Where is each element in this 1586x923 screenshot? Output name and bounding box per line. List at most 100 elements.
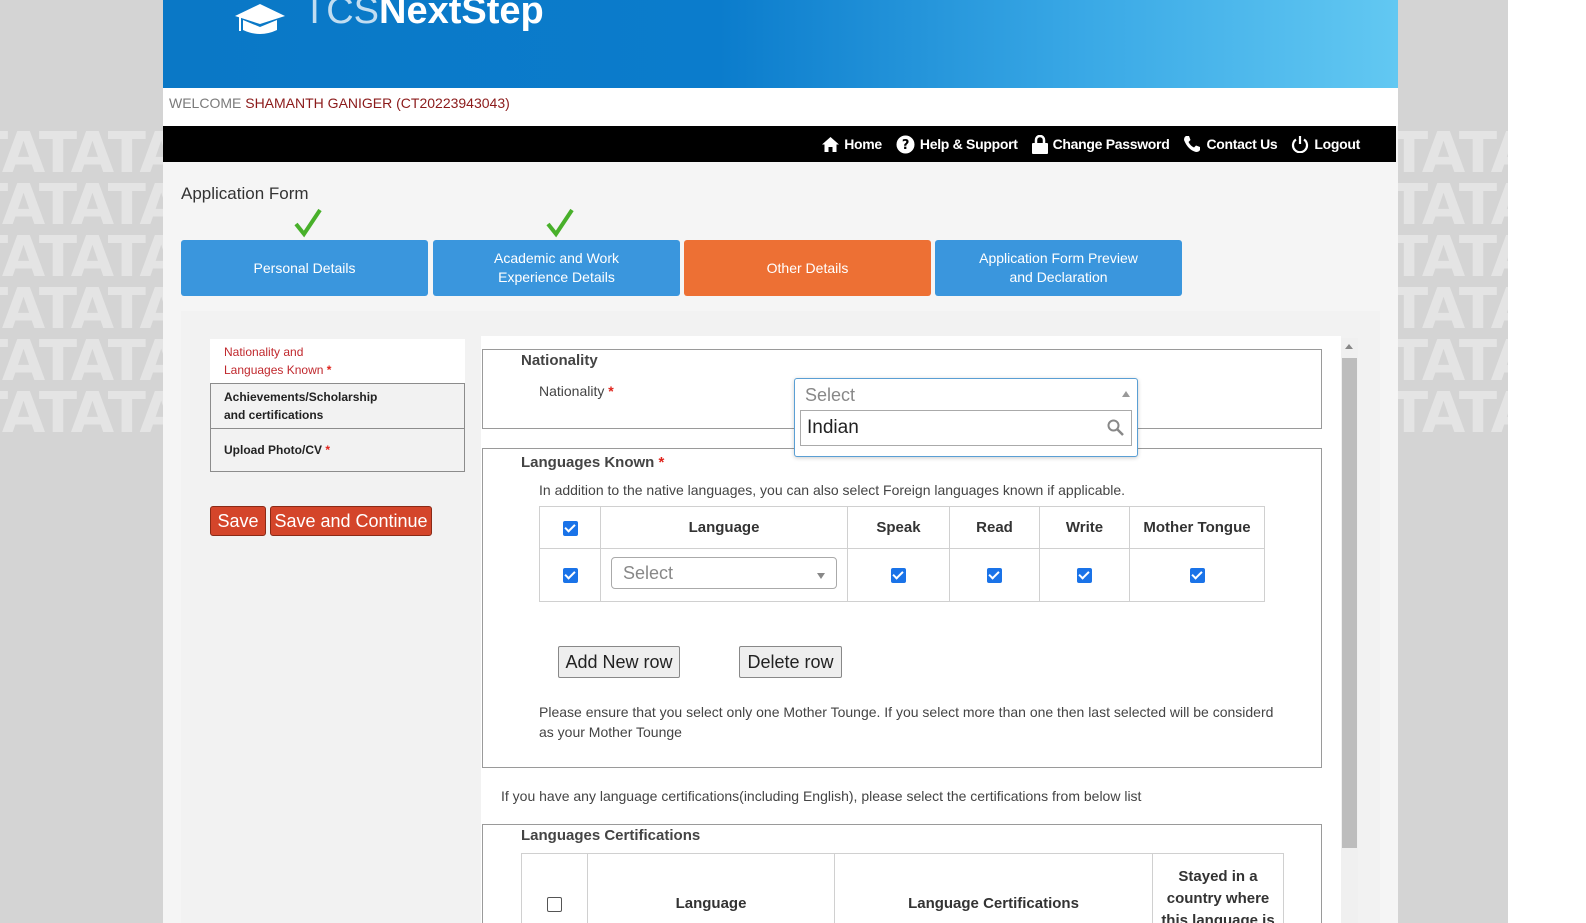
nav-label: Logout: [1314, 136, 1360, 152]
nav-contact[interactable]: Contact Us: [1183, 135, 1278, 153]
side-menu: Nationality and Languages Known * Achiev…: [210, 339, 465, 472]
logo[interactable]: TCSNextStep: [303, 0, 544, 33]
required-marker: *: [658, 454, 665, 471]
nationality-search-box: [800, 410, 1132, 446]
lock-icon: [1031, 134, 1048, 154]
step-personal-details[interactable]: Personal Details: [181, 240, 428, 296]
logo-bold-text: NextStep: [379, 0, 544, 32]
page-title: Application Form: [181, 184, 309, 203]
step-other-details[interactable]: Other Details: [684, 240, 931, 296]
watermark-right: TATATA TATATA TATATA TATATA TATATA TATAT…: [1398, 0, 1508, 923]
graduation-cap-icon: [235, 4, 285, 34]
required-marker: *: [608, 383, 614, 399]
certifications-table: Language Language Certifications Stayed …: [521, 853, 1284, 923]
column-header-line: Stayed in a: [1178, 868, 1258, 885]
page: TCSNextStep WELCOME SHAMANTH GANIGER (CT…: [163, 0, 1398, 923]
column-header: Speak: [847, 506, 950, 549]
required-marker: *: [326, 363, 332, 377]
nav-label: Change Password: [1052, 136, 1170, 152]
column-header: Read: [949, 506, 1040, 549]
nav-change-password[interactable]: Change Password: [1031, 134, 1170, 154]
save-continue-button[interactable]: Save and Continue: [270, 506, 432, 536]
power-icon: [1292, 136, 1309, 153]
step-label: Personal Details: [253, 259, 356, 276]
nav-logout[interactable]: Logout: [1291, 135, 1360, 153]
speak-checkbox[interactable]: [891, 568, 906, 584]
column-header-stayed: Stayed in a country where this language …: [1152, 853, 1284, 923]
scroll-thumb[interactable]: [1342, 358, 1357, 848]
table-header-row: Language Speak Read Write Mother Tongue: [539, 506, 1265, 549]
chevron-up-icon: [1122, 391, 1130, 397]
nav-label: Home: [844, 136, 882, 152]
row-select-cell: [539, 548, 601, 602]
welcome-text: WELCOME SHAMANTH GANIGER (CT20223943043): [169, 95, 510, 111]
language-select[interactable]: Select: [611, 557, 837, 589]
content-scrollbar[interactable]: [1341, 338, 1358, 923]
save-button[interactable]: Save: [210, 506, 266, 536]
select-all-checkbox[interactable]: [562, 520, 578, 536]
mother-tongue-checkbox[interactable]: [1189, 568, 1205, 584]
languages-table: Language Speak Read Write Mother Tongue …: [539, 506, 1265, 602]
column-header: Language Certifications: [834, 853, 1153, 923]
write-checkbox[interactable]: [1077, 568, 1092, 584]
step-label: and Declaration: [1009, 269, 1108, 285]
header-select-all: [521, 853, 588, 923]
nationality-label-text: Nationality: [539, 383, 605, 399]
read-cell: [949, 548, 1040, 602]
nationality-select-value: Select: [805, 385, 856, 405]
step-label: Experience Details: [498, 269, 615, 285]
required-marker: *: [325, 443, 331, 457]
watermark-left: TATATA TATATA TATATA TATATA TATATA TATAT…: [0, 0, 163, 923]
checkmark-icon: [294, 208, 322, 238]
column-header: Language: [587, 853, 835, 923]
step-label: Application Form Preview: [979, 250, 1138, 266]
mother-tongue-cell: [1129, 548, 1265, 602]
header-select-all: [539, 506, 601, 549]
read-checkbox[interactable]: [987, 568, 1002, 584]
step-label: Other Details: [766, 259, 849, 276]
side-item-upload-photo[interactable]: Upload Photo/CV *: [210, 429, 465, 472]
user-name: SHAMANTH GANIGER (CT20223943043): [245, 95, 510, 111]
side-item-label: Languages Known: [224, 363, 324, 377]
side-item-nationality-languages[interactable]: Nationality and Languages Known *: [210, 339, 465, 383]
table-row: Select: [539, 548, 1265, 602]
table-header-row: Language Language Certifications Stayed …: [521, 853, 1284, 923]
column-header: Write: [1039, 506, 1130, 549]
side-item-label: and certifications: [224, 408, 324, 422]
nav-label: Contact Us: [1206, 136, 1278, 152]
column-header-line: country where: [1166, 890, 1270, 907]
nav-label: Help & Support: [919, 136, 1018, 152]
svg-text:?: ?: [902, 138, 909, 153]
side-item-label: Achievements/Scholarship: [224, 390, 378, 404]
certification-intro: If you have any language certifications(…: [501, 788, 1142, 804]
note-line: as your Mother Tounge: [539, 724, 682, 740]
language-cell: Select: [600, 548, 848, 602]
select-all-checkbox[interactable]: [547, 896, 562, 912]
side-item-achievements[interactable]: Achievements/Scholarship and certificati…: [210, 383, 465, 429]
row-checkbox[interactable]: [562, 568, 578, 584]
step-label: Academic and Work: [493, 250, 619, 266]
search-icon: [1107, 419, 1124, 436]
phone-icon: [1184, 136, 1201, 152]
add-row-button[interactable]: Add New row: [558, 646, 680, 678]
logo-light-text: TCS: [303, 0, 379, 32]
top-nav: Home ? Help & Support Change Password Co…: [163, 126, 1396, 162]
column-header: Language: [600, 506, 848, 549]
nationality-label: Nationality *: [539, 383, 614, 399]
speak-cell: [847, 548, 950, 602]
welcome-prefix: WELCOME: [169, 95, 242, 111]
column-header-line: this language is: [1161, 912, 1275, 923]
help-icon: ?: [896, 135, 915, 153]
languages-intro: In addition to the native languages, you…: [539, 482, 1126, 498]
step-preview-declaration[interactable]: Application Form Preview and Declaration: [935, 240, 1182, 296]
note-line: Please ensure that you select only one M…: [539, 704, 1274, 720]
header-banner: TCSNextStep: [163, 0, 1398, 88]
nav-help[interactable]: ? Help & Support: [896, 135, 1018, 154]
step-academic-work[interactable]: Academic and Work Experience Details: [433, 240, 680, 296]
nav-home[interactable]: Home: [822, 136, 882, 152]
delete-row-button[interactable]: Delete row: [739, 646, 842, 678]
nationality-select[interactable]: Select: [794, 378, 1138, 457]
chevron-down-icon: [817, 573, 825, 579]
nationality-search-input[interactable]: [807, 415, 1097, 441]
scroll-up-arrow-icon[interactable]: [1345, 344, 1353, 349]
